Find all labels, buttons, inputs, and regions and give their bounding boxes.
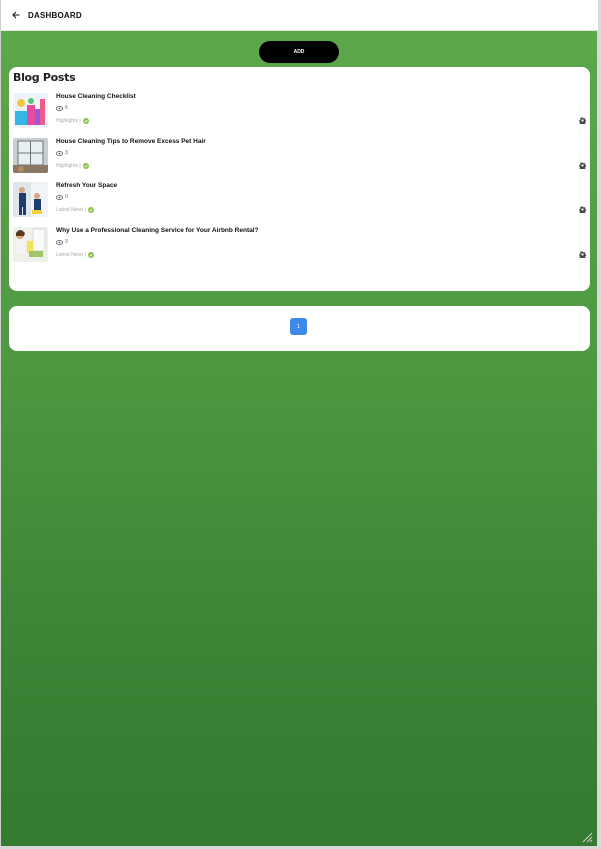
- blog-posts-card: Blog Posts House Cleaning Checklist 6 Hi…: [9, 67, 590, 291]
- eye-icon: [56, 194, 63, 200]
- eye-icon: [56, 105, 63, 111]
- view-count-value: 3: [65, 239, 68, 245]
- post-title[interactable]: Why Use a Professional Cleaning Service …: [56, 227, 259, 234]
- page-button-current[interactable]: 1: [290, 318, 307, 335]
- post-meta: Latest News |: [56, 207, 95, 213]
- post-category: Highlights |: [56, 163, 81, 169]
- blog-posts-heading: Blog Posts: [13, 71, 76, 84]
- post-meta: Latest News |: [56, 252, 95, 258]
- eye-icon: [56, 150, 63, 156]
- view-count-value: 3: [65, 150, 68, 156]
- post-title[interactable]: House Cleaning Checklist: [56, 93, 136, 100]
- list-item[interactable]: Why Use a Professional Cleaning Service …: [9, 227, 590, 267]
- post-category: Highlights |: [56, 118, 81, 124]
- post-thumbnail[interactable]: [13, 138, 48, 173]
- app-frame: DASHBOARD ADD Blog Posts House Cleaning …: [0, 0, 601, 849]
- gear-icon[interactable]: [579, 206, 586, 213]
- list-item[interactable]: Refresh Your Space 0 Latest News |: [9, 182, 590, 222]
- back-button[interactable]: [9, 8, 23, 22]
- view-count-value: 6: [65, 105, 68, 111]
- top-bar: DASHBOARD: [1, 0, 598, 31]
- view-count: 3: [56, 150, 68, 156]
- post-title[interactable]: House Cleaning Tips to Remove Excess Pet…: [56, 138, 206, 145]
- gear-icon[interactable]: [579, 117, 586, 124]
- post-thumbnail[interactable]: [13, 182, 48, 217]
- arrow-left-icon: [12, 11, 20, 19]
- view-count-value: 0: [65, 194, 68, 200]
- check-circle-icon: [82, 118, 89, 124]
- pagination: 1: [9, 306, 590, 351]
- view-count: 3: [56, 239, 68, 245]
- add-button[interactable]: ADD: [259, 41, 339, 63]
- eye-icon: [56, 239, 63, 245]
- post-thumbnail[interactable]: [13, 93, 48, 128]
- view-count: 6: [56, 105, 68, 111]
- post-category: Latest News |: [56, 252, 87, 258]
- post-thumbnail[interactable]: [13, 227, 48, 262]
- check-circle-icon: [88, 252, 95, 258]
- view-count: 0: [56, 194, 68, 200]
- gear-icon[interactable]: [579, 162, 586, 169]
- post-category: Latest News |: [56, 207, 87, 213]
- list-item[interactable]: House Cleaning Tips to Remove Excess Pet…: [9, 138, 590, 178]
- post-title[interactable]: Refresh Your Space: [56, 182, 117, 189]
- list-item[interactable]: House Cleaning Checklist 6 Highlights |: [9, 93, 590, 133]
- post-meta: Highlights |: [56, 118, 89, 124]
- check-circle-icon: [82, 163, 89, 169]
- check-circle-icon: [88, 207, 95, 213]
- resize-handle-icon[interactable]: [581, 831, 593, 843]
- post-meta: Highlights |: [56, 163, 89, 169]
- gear-icon[interactable]: [579, 251, 586, 258]
- page-title: DASHBOARD: [28, 10, 82, 20]
